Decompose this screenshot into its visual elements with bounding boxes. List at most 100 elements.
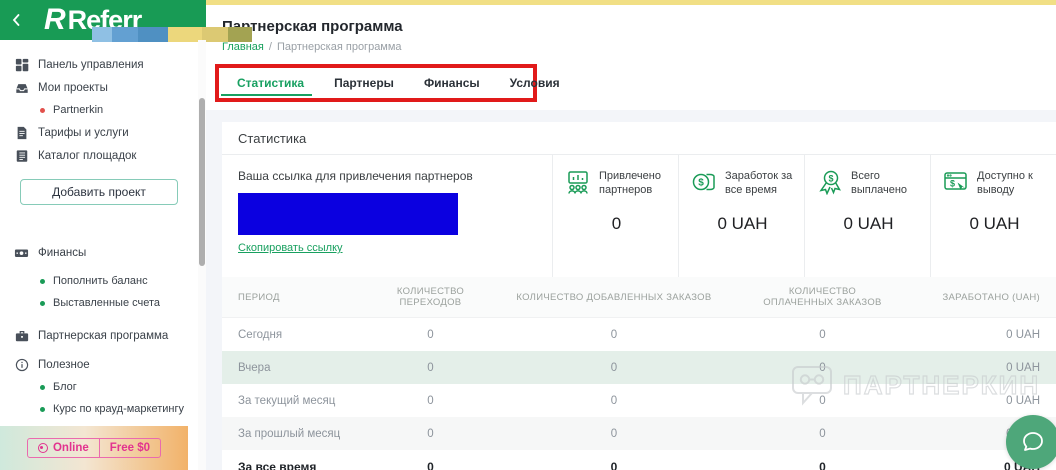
chat-widget-button[interactable] [1006,415,1056,469]
cell-clicks: 0 [372,351,489,384]
stat-value: 0 UAH [843,213,894,233]
chat-bubble-icon [1023,432,1043,451]
table-row: Сегодня 0 0 0 0 UAH [222,318,1056,352]
free-pill[interactable]: Free $0 [98,439,160,457]
referral-link-label: Ваша ссылка для привлечения партнеров [238,169,473,183]
tab-finance[interactable]: Финансы [424,68,480,98]
stat-value: 0 UAH [717,213,768,233]
sidebar-item-label: Финансы [38,246,87,259]
cell-added: 0 [610,394,618,407]
sidebar-subitem-label: Partnerkin [53,104,104,116]
breadcrumb: Главная / Партнерская программа [222,41,1040,53]
sidebar-menu: Панель управления Мои проекты Partnerkin… [0,40,198,420]
sidebar-item-dashboard[interactable]: Панель управления [0,53,198,76]
cell-added: 0 [488,417,740,450]
cell-paid: 0 [819,460,826,470]
cell-period: За текущий месяц [238,394,336,407]
breadcrumb-home-link[interactable]: Главная [222,41,264,53]
chevron-left-icon [12,14,20,26]
col-added-orders: КОЛИЧЕСТВО ДОБАВЛЕННЫХ ЗАКАЗОВ [488,277,740,318]
stat-value: 0 UAH [969,213,1020,233]
sidebar-subitem-crowd-course[interactable]: Курс по крауд-маркетингу [0,398,198,420]
stat-label: Всего выплачено [851,170,908,197]
inbox-icon [14,80,29,95]
stats-row: Ваша ссылка для привлечения партнеров Ск… [222,155,1056,277]
online-status-icon [37,443,48,453]
referr-logo[interactable]: R Referr [44,3,252,42]
col-clicks: КОЛИЧЕСТВО ПЕРЕХОДОВ [372,277,489,318]
add-project-button[interactable]: Добавить проект [20,179,178,205]
sidebar-item-tariffs[interactable]: Тарифы и услуги [0,121,198,144]
statistics-card: Статистика Ваша ссылка для привлечения п… [222,122,1056,470]
referral-link-cell: Ваша ссылка для привлечения партнеров Ск… [222,155,552,277]
page-title: Партнерская программа [222,18,403,35]
cell-paid: 0 [819,394,826,407]
sidebar-subitem-topup-balance[interactable]: Пополнить баланс [0,270,198,292]
sidebar-item-label: Партнерская программа [38,329,169,342]
tab-terms[interactable]: Условия [510,68,560,98]
award-badge-icon: $ [817,169,843,196]
green-dot-icon [40,384,45,390]
periods-table: ПЕРИОД КОЛИЧЕСТВО ПЕРЕХОДОВ КОЛИЧЕСТВО Д… [222,277,1056,470]
copy-link-button[interactable]: Скопировать ссылку [238,242,343,254]
cell-paid: 0 [819,328,826,341]
sidebar-subitem-partnerkin[interactable]: Partnerkin [0,99,198,121]
cell-added: 0 [610,460,618,470]
col-period: ПЕРИОД [222,277,373,318]
cell-period: Вчера [222,351,373,384]
green-dot-icon [40,300,45,306]
cell-period: Сегодня [238,328,283,341]
cell-paid: 0 [739,417,906,450]
censor-blocks-overlay [92,27,252,42]
cell-paid: 0 [739,351,906,384]
online-pill-label: Online [52,442,89,454]
cell-clicks: 0 [427,394,434,407]
sidebar-subitem-blog[interactable]: Блог [0,376,198,398]
online-pill[interactable]: Online [28,439,99,457]
sidebar-item-catalog[interactable]: Каталог площадок [0,144,198,167]
collapse-sidebar-button[interactable] [0,14,26,26]
attracted-partners-icon [565,169,591,195]
sidebar-item-label: Панель управления [38,58,144,71]
banknote-icon [14,245,29,260]
red-dot-icon [40,107,45,113]
tab-statistics[interactable]: Статистика [220,68,313,98]
breadcrumb-separator: / [268,41,272,53]
sidebar-header: R Referr [0,0,252,42]
svg-text:$: $ [950,179,955,189]
withdraw-window-icon: $ [943,169,969,195]
green-dot-icon [40,278,45,284]
coins-icon: $ [691,169,717,195]
cell-period: За все время [238,460,317,470]
dashboard-icon [14,57,29,72]
table-row-total: За все время 0 0 0 0 UAH [222,450,1056,470]
app-window: R Referr Панель управления Мои проекты P… [0,0,1056,470]
sidebar-subitem-label: Выставленные счета [53,297,161,309]
cell-added: 0 [488,351,740,384]
statistics-card-title: Статистика [222,122,1056,155]
table-row: За текущий месяц 0 0 0 0 UAH [222,384,1056,417]
sidebar-item-partner-program[interactable]: Партнерская программа [0,324,198,347]
sidebar-subitem-invoices[interactable]: Выставленные счета [0,292,198,314]
cell-earned: 0 UAH [1006,328,1040,341]
sidebar-scrollbar[interactable] [198,40,206,470]
scrollbar-thumb[interactable] [199,98,205,266]
censored-referral-link [238,193,458,235]
sidebar-subitem-label: Блог [53,381,77,393]
table-row: За прошлый месяц 0 0 0 0 UAH [222,417,1056,450]
sidebar-item-useful[interactable]: Полезное [0,353,198,376]
stat-card-partners: Привлечено партнеров 0 [552,155,678,277]
tab-partners[interactable]: Партнеры [334,68,394,98]
cell-earned: 0 UAH [1006,394,1040,407]
stat-value: 0 [611,213,622,233]
sidebar-item-label: Каталог площадок [38,149,137,162]
table-header-row: ПЕРИОД КОЛИЧЕСТВО ПЕРЕХОДОВ КОЛИЧЕСТВО Д… [222,277,1056,318]
document-icon [14,125,29,140]
free-pill-label: Free $0 [109,442,151,454]
stat-label: Заработок за все время [725,170,793,197]
promo-banner[interactable]: Online Free $0 [0,426,188,470]
sidebar-item-my-projects[interactable]: Мои проекты [0,76,198,99]
sidebar-item-finance[interactable]: Финансы [0,241,198,264]
sidebar-subitem-label: Курс по крауд-маркетингу [53,403,184,415]
stat-card-available: $ Доступно к выводу 0 UAH [930,155,1056,277]
